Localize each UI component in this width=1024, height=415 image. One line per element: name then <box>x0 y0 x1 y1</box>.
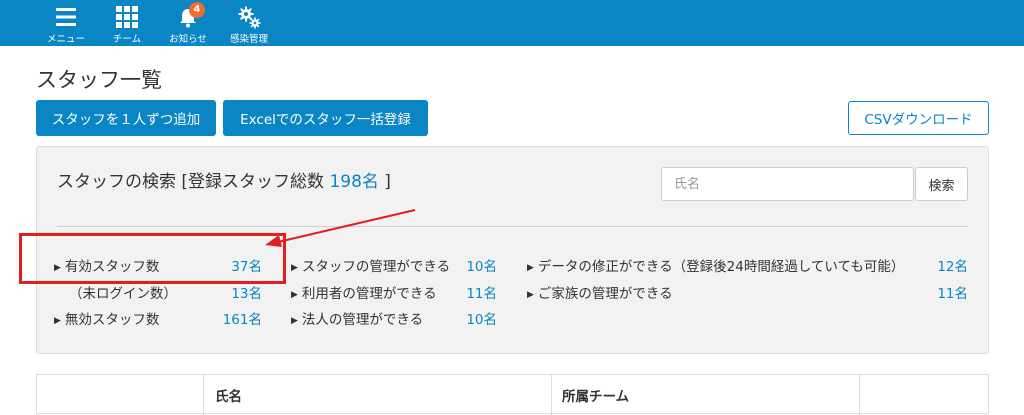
stat-manage-users-value[interactable]: 11名 <box>447 282 497 302</box>
nav-notifications-label: お知らせ <box>169 34 207 45</box>
stat-manage-family-value[interactable]: 11名 <box>917 282 968 302</box>
stat-inactive-value[interactable]: 161名 <box>212 308 262 328</box>
staff-table: 氏名 所属チーム <box>36 374 989 415</box>
bulk-excel-register-button[interactable]: Excelでのスタッフ一括登録 <box>223 100 428 136</box>
caret-right-icon: ▶ <box>291 316 298 326</box>
grid-icon <box>115 5 139 29</box>
annotation-highlight-box <box>19 233 286 284</box>
gears-icon <box>237 5 261 29</box>
total-staff-count: 198名 <box>329 172 379 192</box>
search-title-suffix: ] <box>378 172 391 192</box>
stat-not-logged-in-value[interactable]: 13名 <box>212 282 262 302</box>
name-search-input[interactable] <box>661 167 914 201</box>
stat-manage-staff-value[interactable]: 10名 <box>447 255 497 275</box>
nav-menu[interactable]: メニュー <box>34 0 98 46</box>
caret-right-icon: ▶ <box>291 290 298 300</box>
table-header-team[interactable]: 所属チーム <box>562 385 629 405</box>
menu-icon <box>54 5 78 29</box>
table-header-name[interactable]: 氏名 <box>215 385 242 405</box>
notification-badge: 4 <box>189 2 205 18</box>
caret-right-icon: ▶ <box>291 263 298 273</box>
csv-download-button[interactable]: CSVダウンロード <box>848 101 989 135</box>
nav-team-label: チーム <box>112 34 142 45</box>
stat-manage-corp-label: 法人の管理ができる <box>301 312 424 328</box>
nav-notifications[interactable]: 4 お知らせ <box>156 0 220 46</box>
stat-edit-data-value[interactable]: 12名 <box>917 255 968 275</box>
caret-right-icon: ▶ <box>54 316 61 326</box>
add-staff-button[interactable]: スタッフを１人ずつ追加 <box>36 100 216 136</box>
stat-manage-family-label: ご家族の管理ができる <box>537 286 673 302</box>
caret-right-icon: ▶ <box>527 290 534 300</box>
page-title: スタッフ一覧 <box>36 68 162 92</box>
stat-edit-data-label: データの修正ができる（登録後24時間経過していても可能） <box>537 259 905 275</box>
caret-right-icon: ▶ <box>527 263 534 273</box>
stat-not-logged-in-label: （未ログイン数） <box>69 286 177 302</box>
bell-icon: 4 <box>176 2 205 29</box>
stat-inactive-staff[interactable]: ▶ 無効スタッフ数 <box>54 308 159 328</box>
stat-manage-staff-label: スタッフの管理ができる <box>301 259 451 275</box>
search-button[interactable]: 検索 <box>915 167 968 201</box>
stat-edit-data[interactable]: ▶ データの修正ができる（登録後24時間経過していても可能） <box>527 255 904 275</box>
top-nav-bar: メニュー チーム 4 お知らせ 感染管理 <box>0 0 1024 46</box>
stat-manage-corp[interactable]: ▶ 法人の管理ができる <box>291 308 423 328</box>
nav-infection-control-label: 感染管理 <box>229 34 268 45</box>
stat-manage-staff[interactable]: ▶ スタッフの管理ができる <box>291 255 450 275</box>
search-panel-title: スタッフの検索 [登録スタッフ総数 198名 ] <box>57 167 391 192</box>
nav-infection-control[interactable]: 感染管理 <box>217 0 281 46</box>
search-title-prefix: スタッフの検索 [登録スタッフ総数 <box>57 172 330 192</box>
table-column-divider <box>551 375 552 415</box>
stat-inactive-label: 無効スタッフ数 <box>64 312 160 328</box>
panel-divider <box>57 226 968 227</box>
stat-manage-users[interactable]: ▶ 利用者の管理ができる <box>291 282 437 302</box>
table-column-divider <box>859 375 860 415</box>
nav-menu-label: メニュー <box>46 34 85 45</box>
stat-manage-users-label: 利用者の管理ができる <box>301 286 437 302</box>
stat-manage-family[interactable]: ▶ ご家族の管理ができる <box>527 282 673 302</box>
stat-manage-corp-value[interactable]: 10名 <box>447 308 497 328</box>
table-column-divider <box>203 375 204 415</box>
nav-team[interactable]: チーム <box>95 0 159 46</box>
